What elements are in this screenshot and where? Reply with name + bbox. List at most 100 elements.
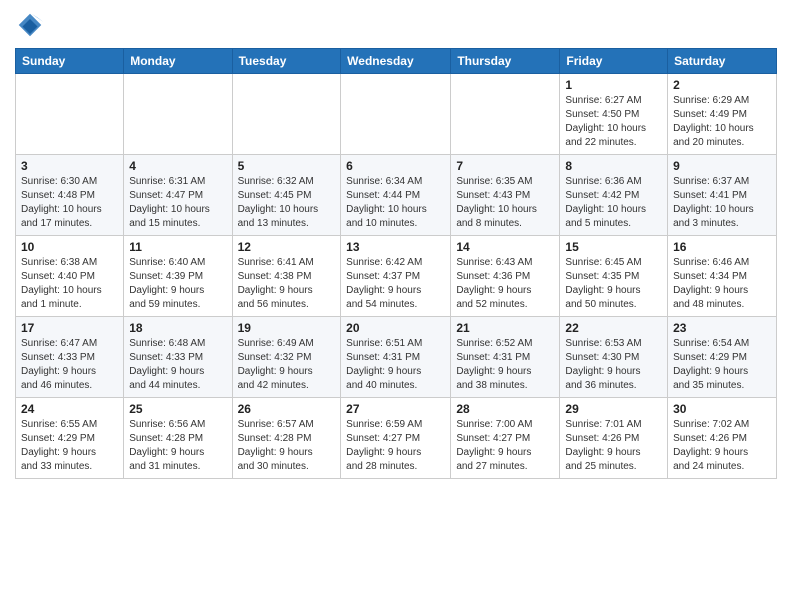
calendar-cell: 24 Sunrise: 6:55 AM Sunset: 4:29 PM Dayli…: [16, 398, 124, 479]
calendar-cell: 23 Sunrise: 6:54 AM Sunset: 4:29 PM Dayli…: [668, 317, 777, 398]
calendar-cell: [232, 74, 341, 155]
day-number: 2: [673, 78, 771, 92]
day-info: Sunrise: 6:55 AM Sunset: 4:29 PM Dayligh…: [21, 418, 118, 474]
calendar-cell: [124, 74, 232, 155]
calendar-week-row: 24 Sunrise: 6:55 AM Sunset: 4:29 PM Dayli…: [16, 398, 777, 479]
day-number: 26: [238, 402, 336, 416]
calendar-cell: 19 Sunrise: 6:49 AM Sunset: 4:32 PM Dayli…: [232, 317, 341, 398]
calendar-cell: 12 Sunrise: 6:41 AM Sunset: 4:38 PM Dayli…: [232, 236, 341, 317]
day-info: Sunrise: 6:46 AM Sunset: 4:34 PM Dayligh…: [673, 256, 771, 312]
day-number: 9: [673, 159, 771, 173]
day-info: Sunrise: 6:36 AM Sunset: 4:42 PM Dayligh…: [565, 175, 662, 231]
day-info: Sunrise: 6:27 AM Sunset: 4:50 PM Dayligh…: [565, 94, 662, 150]
day-info: Sunrise: 6:51 AM Sunset: 4:31 PM Dayligh…: [346, 337, 445, 393]
day-number: 27: [346, 402, 445, 416]
calendar-cell: 21Sunrise: 6:52 AM Sunset: 4:31 PM Dayli…: [451, 317, 560, 398]
logo-icon: [15, 10, 45, 40]
day-number: 3: [21, 159, 118, 173]
day-info: Sunrise: 6:32 AM Sunset: 4:45 PM Dayligh…: [238, 175, 336, 231]
day-info: Sunrise: 6:31 AM Sunset: 4:47 PM Dayligh…: [129, 175, 226, 231]
calendar-cell: 26Sunrise: 6:57 AM Sunset: 4:28 PM Dayli…: [232, 398, 341, 479]
day-number: 11: [129, 240, 226, 254]
day-info: Sunrise: 6:30 AM Sunset: 4:48 PM Dayligh…: [21, 175, 118, 231]
day-info: Sunrise: 6:43 AM Sunset: 4:36 PM Dayligh…: [456, 256, 554, 312]
calendar-week-row: 1 Sunrise: 6:27 AM Sunset: 4:50 PM Daylig…: [16, 74, 777, 155]
weekday-header-friday: Friday: [560, 49, 668, 74]
day-number: 15: [565, 240, 662, 254]
calendar-cell: 7Sunrise: 6:35 AM Sunset: 4:43 PM Daylig…: [451, 155, 560, 236]
day-info: Sunrise: 6:34 AM Sunset: 4:44 PM Dayligh…: [346, 175, 445, 231]
calendar-cell: 14 Sunrise: 6:43 AM Sunset: 4:36 PM Dayli…: [451, 236, 560, 317]
day-number: 18: [129, 321, 226, 335]
calendar-cell: 5 Sunrise: 6:32 AM Sunset: 4:45 PM Daylig…: [232, 155, 341, 236]
calendar-cell: 4 Sunrise: 6:31 AM Sunset: 4:47 PM Daylig…: [124, 155, 232, 236]
day-number: 10: [21, 240, 118, 254]
calendar-cell: 6Sunrise: 6:34 AM Sunset: 4:44 PM Daylig…: [341, 155, 451, 236]
calendar-cell: 15 Sunrise: 6:45 AM Sunset: 4:35 PM Dayli…: [560, 236, 668, 317]
calendar-cell: 22 Sunrise: 6:53 AM Sunset: 4:30 PM Dayli…: [560, 317, 668, 398]
day-number: 28: [456, 402, 554, 416]
day-number: 16: [673, 240, 771, 254]
calendar-cell: 8 Sunrise: 6:36 AM Sunset: 4:42 PM Daylig…: [560, 155, 668, 236]
day-info: Sunrise: 6:29 AM Sunset: 4:49 PM Dayligh…: [673, 94, 771, 150]
calendar-cell: [341, 74, 451, 155]
logo: [15, 10, 49, 40]
calendar-cell: 13 Sunrise: 6:42 AM Sunset: 4:37 PM Dayli…: [341, 236, 451, 317]
calendar-cell: 29 Sunrise: 7:01 AM Sunset: 4:26 PM Dayli…: [560, 398, 668, 479]
weekday-header-wednesday: Wednesday: [341, 49, 451, 74]
day-number: 1: [565, 78, 662, 92]
day-number: 13: [346, 240, 445, 254]
calendar-week-row: 3 Sunrise: 6:30 AM Sunset: 4:48 PM Daylig…: [16, 155, 777, 236]
calendar-cell: 27 Sunrise: 6:59 AM Sunset: 4:27 PM Dayli…: [341, 398, 451, 479]
calendar-cell: [16, 74, 124, 155]
calendar-cell: [451, 74, 560, 155]
day-number: 4: [129, 159, 226, 173]
day-number: 22: [565, 321, 662, 335]
calendar-cell: 11 Sunrise: 6:40 AM Sunset: 4:39 PM Dayli…: [124, 236, 232, 317]
day-number: 24: [21, 402, 118, 416]
weekday-header-sunday: Sunday: [16, 49, 124, 74]
day-number: 12: [238, 240, 336, 254]
day-number: 23: [673, 321, 771, 335]
day-number: 29: [565, 402, 662, 416]
day-info: Sunrise: 6:40 AM Sunset: 4:39 PM Dayligh…: [129, 256, 226, 312]
calendar-cell: 9Sunrise: 6:37 AM Sunset: 4:41 PM Daylig…: [668, 155, 777, 236]
day-number: 8: [565, 159, 662, 173]
header: [15, 10, 777, 40]
day-number: 19: [238, 321, 336, 335]
day-info: Sunrise: 6:41 AM Sunset: 4:38 PM Dayligh…: [238, 256, 336, 312]
day-info: Sunrise: 6:47 AM Sunset: 4:33 PM Dayligh…: [21, 337, 118, 393]
day-info: Sunrise: 6:56 AM Sunset: 4:28 PM Dayligh…: [129, 418, 226, 474]
day-info: Sunrise: 7:01 AM Sunset: 4:26 PM Dayligh…: [565, 418, 662, 474]
day-info: Sunrise: 6:54 AM Sunset: 4:29 PM Dayligh…: [673, 337, 771, 393]
day-number: 14: [456, 240, 554, 254]
day-info: Sunrise: 6:42 AM Sunset: 4:37 PM Dayligh…: [346, 256, 445, 312]
calendar-cell: 2 Sunrise: 6:29 AM Sunset: 4:49 PM Daylig…: [668, 74, 777, 155]
day-info: Sunrise: 6:49 AM Sunset: 4:32 PM Dayligh…: [238, 337, 336, 393]
weekday-header-monday: Monday: [124, 49, 232, 74]
calendar-cell: 3 Sunrise: 6:30 AM Sunset: 4:48 PM Daylig…: [16, 155, 124, 236]
day-info: Sunrise: 7:02 AM Sunset: 4:26 PM Dayligh…: [673, 418, 771, 474]
weekday-header-saturday: Saturday: [668, 49, 777, 74]
day-info: Sunrise: 6:53 AM Sunset: 4:30 PM Dayligh…: [565, 337, 662, 393]
calendar-cell: 25 Sunrise: 6:56 AM Sunset: 4:28 PM Dayli…: [124, 398, 232, 479]
day-info: Sunrise: 7:00 AM Sunset: 4:27 PM Dayligh…: [456, 418, 554, 474]
calendar-cell: 16 Sunrise: 6:46 AM Sunset: 4:34 PM Dayli…: [668, 236, 777, 317]
day-number: 20: [346, 321, 445, 335]
day-number: 17: [21, 321, 118, 335]
day-number: 25: [129, 402, 226, 416]
day-number: 30: [673, 402, 771, 416]
calendar-cell: 17 Sunrise: 6:47 AM Sunset: 4:33 PM Dayli…: [16, 317, 124, 398]
day-info: Sunrise: 6:59 AM Sunset: 4:27 PM Dayligh…: [346, 418, 445, 474]
weekday-header-tuesday: Tuesday: [232, 49, 341, 74]
calendar-table: SundayMondayTuesdayWednesdayThursdayFrid…: [15, 48, 777, 479]
weekday-header-thursday: Thursday: [451, 49, 560, 74]
day-info: Sunrise: 6:35 AM Sunset: 4:43 PM Dayligh…: [456, 175, 554, 231]
calendar-cell: 1 Sunrise: 6:27 AM Sunset: 4:50 PM Daylig…: [560, 74, 668, 155]
day-info: Sunrise: 6:48 AM Sunset: 4:33 PM Dayligh…: [129, 337, 226, 393]
day-number: 5: [238, 159, 336, 173]
calendar-cell: 30 Sunrise: 7:02 AM Sunset: 4:26 PM Dayli…: [668, 398, 777, 479]
day-info: Sunrise: 6:45 AM Sunset: 4:35 PM Dayligh…: [565, 256, 662, 312]
calendar-week-row: 17 Sunrise: 6:47 AM Sunset: 4:33 PM Dayli…: [16, 317, 777, 398]
day-number: 21: [456, 321, 554, 335]
